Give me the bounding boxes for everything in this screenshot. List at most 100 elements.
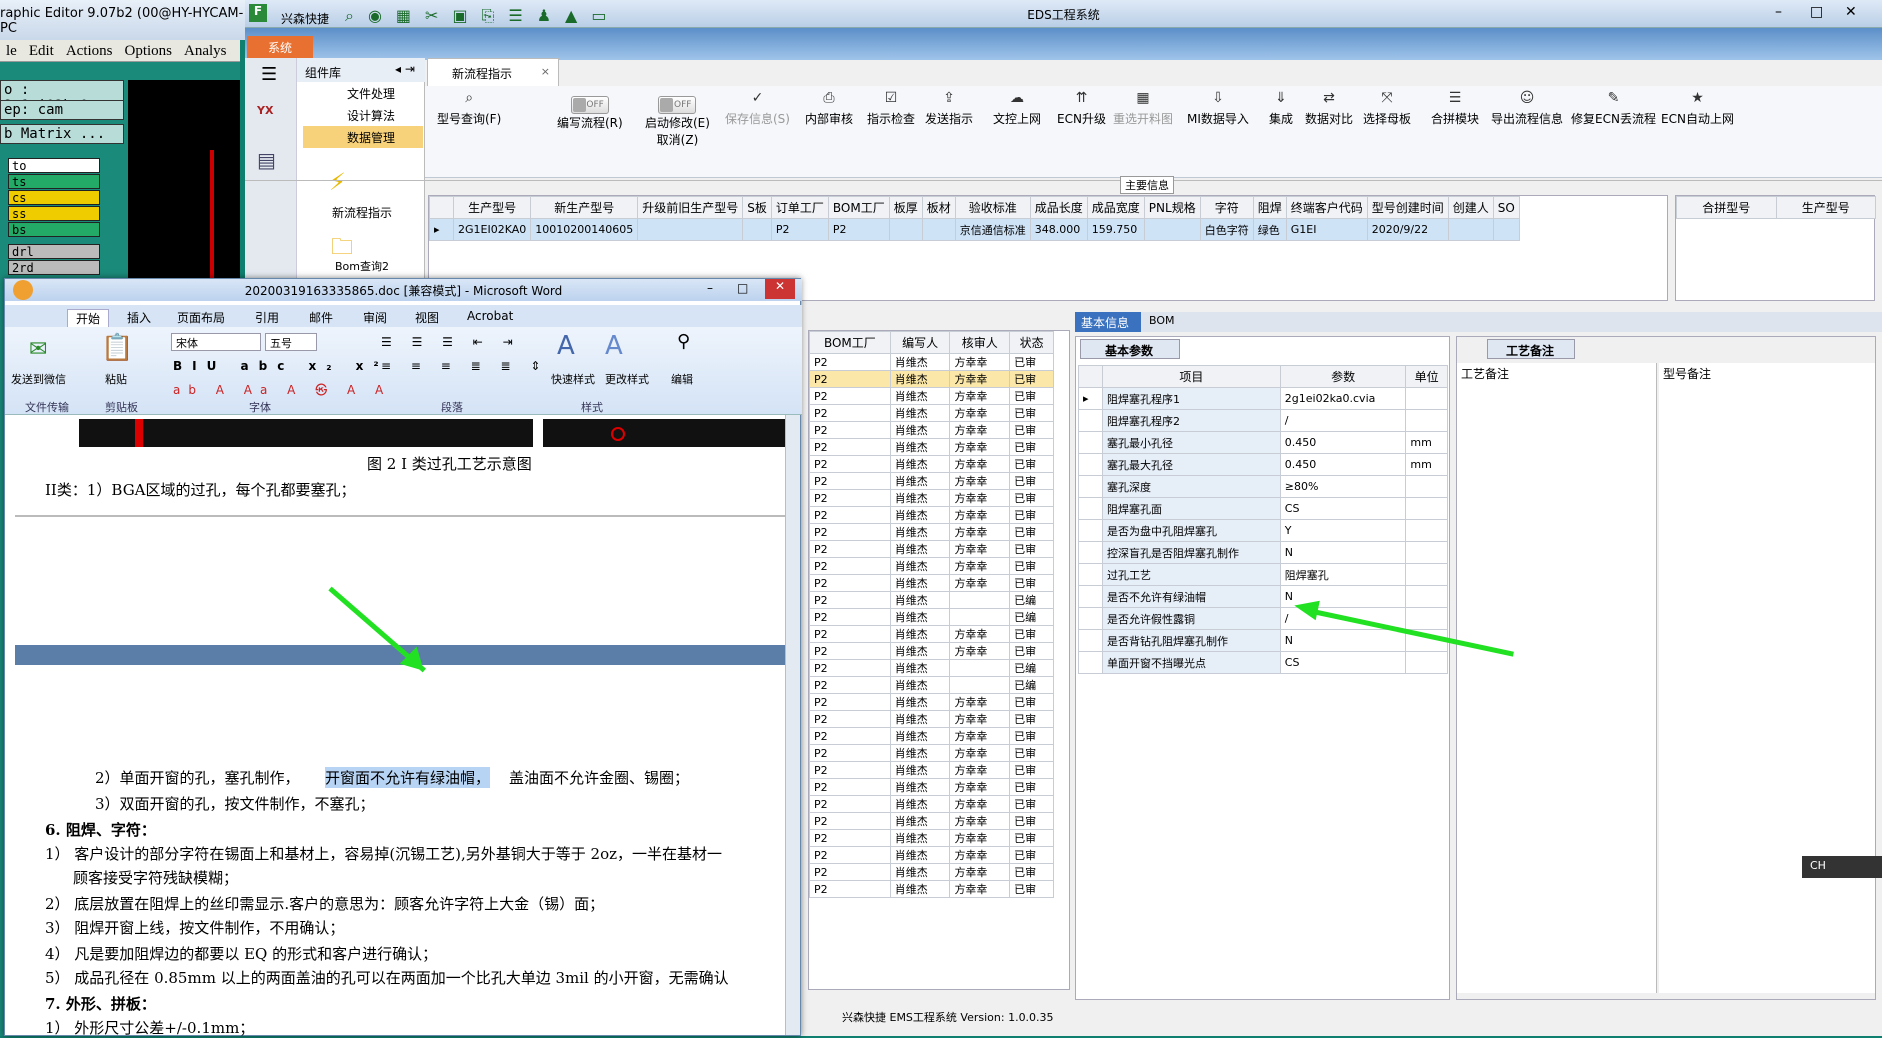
tab-new-flow[interactable]: 新流程指示 ×	[427, 58, 559, 86]
ribbon-button[interactable]: ☁ 文控上网	[993, 90, 1041, 127]
col-header[interactable]: 升级前旧生产型号	[637, 196, 744, 219]
grid-cell[interactable]: 绿色	[1252, 218, 1287, 241]
col-header[interactable]: 生产型号	[1775, 196, 1876, 219]
tab-view[interactable]: 视图	[415, 309, 439, 326]
param-cell[interactable]: 0.450	[1279, 453, 1407, 476]
grid-cell[interactable]: 京信通信标准	[954, 218, 1031, 241]
maximize-icon[interactable]: □	[1810, 4, 1823, 20]
col-header[interactable]: 单位	[1405, 365, 1448, 388]
param-cell[interactable]: 2g1ei02ka0.cvia	[1279, 387, 1407, 410]
ribbon-button[interactable]: ⇪ 发送指示	[925, 90, 973, 127]
table-row[interactable]: P2 肖维杰 方幸幸 已审	[809, 557, 1054, 575]
yx-icon[interactable]: YX	[257, 104, 287, 132]
grid-cell[interactable]	[921, 218, 956, 241]
col-header[interactable]: 成品长度	[1029, 196, 1088, 219]
col-header[interactable]: 成品宽度	[1086, 196, 1145, 219]
change-style-icon[interactable]: A	[605, 331, 623, 361]
color-buttons[interactable]: ab A Aa A ㉿ A A	[173, 381, 391, 398]
col-header[interactable]: 合拼型号	[1676, 196, 1777, 219]
menu-file[interactable]: le	[0, 40, 23, 63]
param-row[interactable]: 是否背钻孔阻焊塞孔制作 N	[1078, 629, 1448, 652]
table-row[interactable]: P2 肖维杰 方幸幸 已审	[809, 778, 1054, 796]
tab-acrobat[interactable]: Acrobat	[467, 309, 513, 323]
table-row[interactable]: P2 肖维杰 方幸幸 已审	[809, 353, 1054, 371]
col-header[interactable]: BOM工厂	[809, 331, 891, 354]
param-cell[interactable]: 0.450	[1279, 431, 1407, 454]
param-cell[interactable]: 阻焊塞孔	[1279, 563, 1407, 586]
table-row[interactable]: P2 肖维杰 已编	[809, 659, 1054, 677]
change-style-button[interactable]: 更改样式	[605, 371, 649, 387]
grid-cell[interactable]	[1492, 218, 1520, 241]
toggle-switch[interactable]: OFF	[658, 96, 697, 114]
font-select[interactable]: 宋体	[171, 333, 261, 351]
paste-icon[interactable]: 📋	[101, 333, 133, 363]
table-row[interactable]: P2 肖维杰 方幸幸 已审	[809, 795, 1054, 813]
col-header[interactable]: 板厚	[888, 196, 923, 219]
minimize-icon[interactable]: –	[707, 281, 713, 295]
table-row[interactable]: P2 肖维杰 已编	[809, 591, 1054, 609]
param-cell[interactable]: ≥80%	[1279, 475, 1407, 498]
table-row[interactable]: P2 肖维杰 方幸幸 已审	[809, 387, 1054, 405]
layer-drl[interactable]: drl	[8, 244, 100, 259]
ribbon-button[interactable]: ⇈ ECN升级	[1057, 90, 1106, 127]
table-row[interactable]: P2 肖维杰 方幸幸 已审	[809, 812, 1054, 830]
minimize-icon[interactable]: –	[1775, 4, 1782, 20]
grid-cell[interactable]: G1EI	[1285, 218, 1368, 241]
menu-actions[interactable]: Actions	[60, 40, 119, 63]
tab-references[interactable]: 引用	[255, 309, 279, 326]
table-row[interactable]: P2 肖维杰 方幸幸 已审	[809, 489, 1054, 507]
table-row[interactable]: P2 肖维杰 方幸幸 已审	[809, 727, 1054, 745]
grid-cell[interactable]	[1447, 218, 1494, 241]
tab-mailings[interactable]: 邮件	[309, 309, 333, 326]
tab-basic-params[interactable]: 基本参数	[1080, 339, 1180, 359]
grid-cell[interactable]: 2G1EI02KA0	[452, 218, 532, 241]
ime-bar[interactable]: CH	[1802, 856, 1882, 878]
ribbon-button[interactable]: ⇓ 集成	[1269, 90, 1293, 127]
tab-system[interactable]: 系统	[247, 36, 313, 58]
toggle-switch[interactable]: OFF	[570, 96, 609, 114]
param-row[interactable]: 塞孔深度 ≥80%	[1078, 475, 1448, 498]
matrix-button[interactable]: b Matrix ...	[0, 124, 124, 144]
col-header[interactable]: 参数	[1279, 365, 1407, 388]
ribbon-button[interactable]: OFF 编写流程(R)	[557, 96, 623, 131]
grid-cell[interactable]	[888, 218, 923, 241]
send-wechat-button[interactable]: 发送到微信	[11, 371, 66, 387]
col-header[interactable]: 项目	[1102, 365, 1281, 388]
grid-cell[interactable]	[1143, 218, 1201, 241]
layer-ts[interactable]: ts	[8, 174, 100, 189]
col-header[interactable]: 板材	[921, 196, 956, 219]
table-row[interactable]: P2 肖维杰 方幸幸 已审	[809, 421, 1054, 439]
ribbon-button[interactable]: ☑ 指示检查	[867, 90, 915, 127]
model-note-field[interactable]: 型号备注	[1659, 363, 1875, 993]
paste-button[interactable]: 粘贴	[105, 371, 127, 387]
table-row[interactable]: P2 肖维杰 方幸幸 已审	[809, 761, 1054, 779]
ribbon-button[interactable]: ✎ 修复ECN丢流程	[1571, 90, 1656, 127]
ribbon-button[interactable]: ☺ 导出流程信息	[1491, 90, 1563, 127]
tab-layout[interactable]: 页面布局	[177, 309, 225, 326]
param-row[interactable]: 阻焊塞孔程序2/	[1078, 409, 1448, 432]
size-select[interactable]: 五号	[265, 333, 317, 351]
layer-cs[interactable]: cs	[8, 190, 100, 205]
table-row[interactable]: P2 肖维杰 已编	[809, 608, 1054, 626]
param-cell[interactable]: CS	[1279, 497, 1407, 520]
word-scrollbar[interactable]	[785, 415, 800, 1035]
document-area[interactable]: 图 2 I 类过孔工艺示意图 II类：1）BGA区域的过孔，每个孔都要塞孔； 2…	[15, 415, 785, 1037]
table-row[interactable]: P2 肖维杰 方幸幸 已审	[809, 625, 1054, 643]
ribbon-button[interactable]: ⇩ MI数据导入	[1187, 90, 1249, 127]
col-header[interactable]: 订单工厂	[770, 196, 829, 219]
param-row[interactable]: 单面开窗不挡曝光点 CS	[1078, 651, 1448, 674]
col-header[interactable]: 编写人	[889, 331, 951, 354]
table-row[interactable]: P2 肖维杰 方幸幸 已审	[809, 574, 1054, 592]
sidebar-item-algorithm[interactable]: 设计算法	[303, 104, 423, 126]
table-row[interactable]: P2 肖维杰 方幸幸 已审	[809, 846, 1054, 864]
grid-cell[interactable]: 348.000	[1029, 218, 1088, 241]
grid-cell[interactable]: 10010200140605	[530, 218, 639, 241]
close-icon[interactable]: ✕	[1845, 4, 1857, 20]
col-header[interactable]: BOM工厂	[827, 196, 890, 219]
param-row[interactable]: 是否不允许有绿油帽 N	[1078, 585, 1448, 608]
paragraph-buttons[interactable]: ☰ ☰ ☰ ⇤ ⇥	[381, 335, 521, 349]
align-buttons[interactable]: ≡ ≡ ≡ ≣ ≣ ⇕	[381, 359, 548, 373]
grid-cell[interactable]	[637, 218, 744, 241]
process-note-field[interactable]: 工艺备注	[1457, 363, 1657, 993]
table-row[interactable]: P2 肖维杰 方幸幸 已审	[809, 710, 1054, 728]
